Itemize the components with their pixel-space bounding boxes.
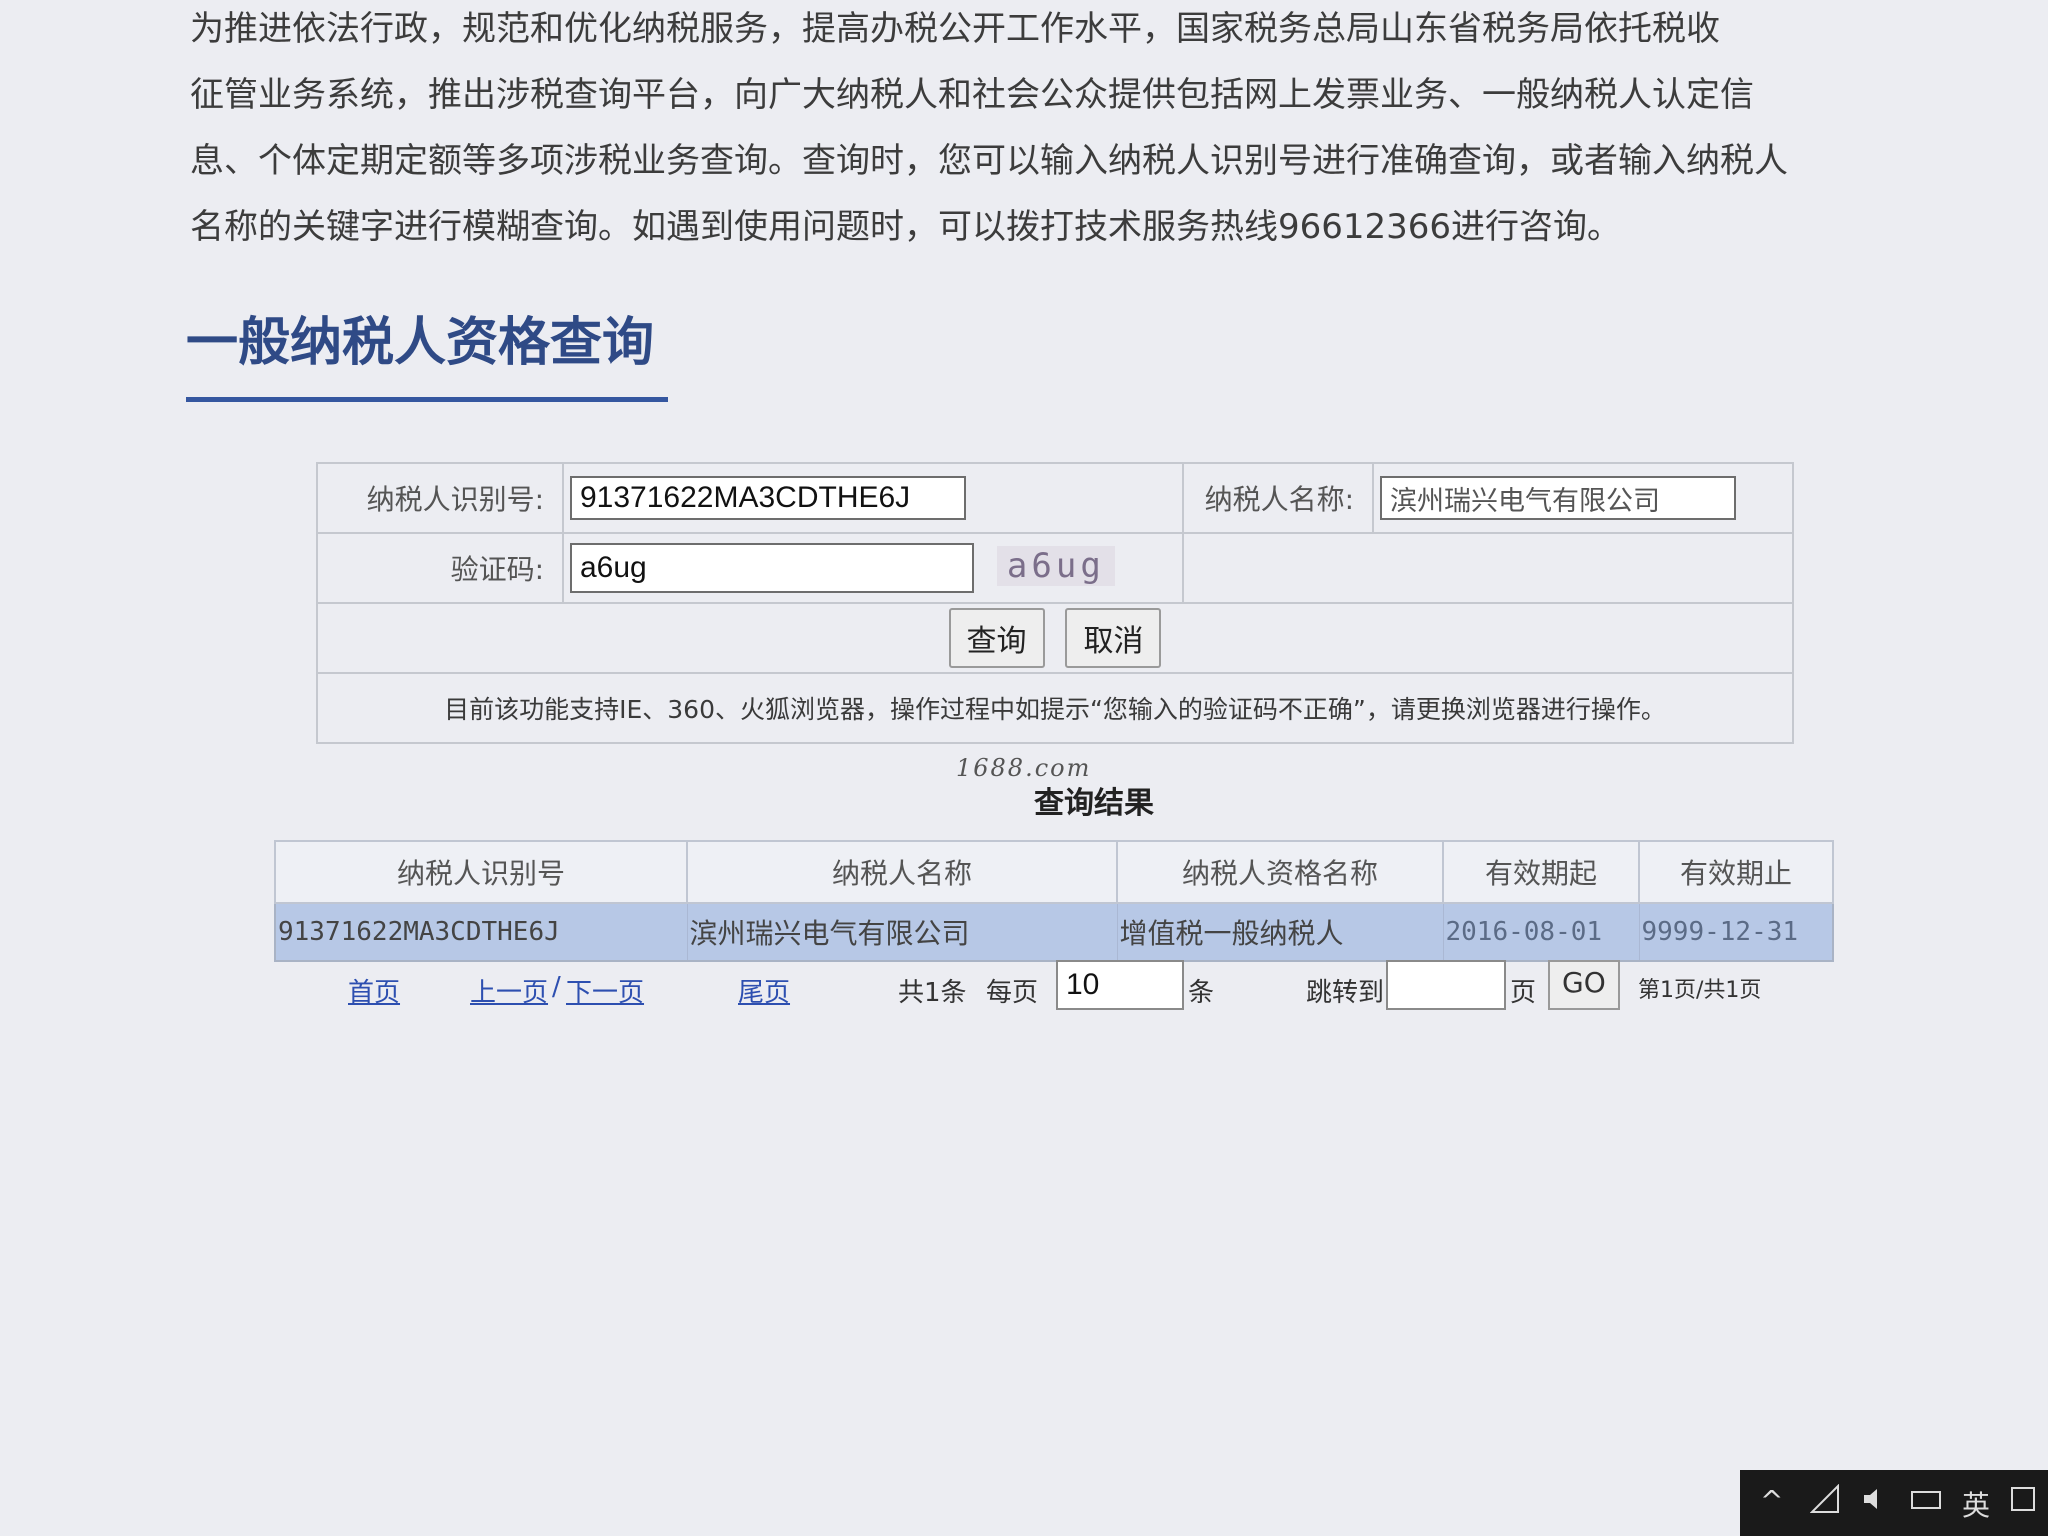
notification-icon[interactable] [2010, 1484, 2036, 1521]
table-row[interactable]: 91371622MA3CDTHE6J 滨州瑞兴电气有限公司 增值税一般纳税人 2… [274, 902, 1834, 962]
column-header: 纳税人识别号 [274, 840, 688, 904]
cell-valid-to: 9999-12-31 [1638, 902, 1834, 962]
column-header: 纳税人名称 [686, 840, 1118, 904]
column-header: 纳税人资格名称 [1116, 840, 1444, 904]
per-page-unit: 条 [1188, 978, 1215, 1008]
query-form: 纳税人识别号: 纳税人名称: 验证码: a6ug 查询 取消 目前该功能支持IE… [316, 462, 1794, 744]
taxpayer-id-input[interactable] [570, 476, 966, 520]
page-info: 第1页/共1页 [1638, 978, 1762, 1003]
cell-taxpayer-id: 91371622MA3CDTHE6J [274, 902, 688, 962]
network-icon[interactable] [1809, 1483, 1840, 1521]
captcha-image[interactable]: a6ug [996, 546, 1115, 586]
column-header: 有效期起 [1442, 840, 1640, 904]
captcha-label: 验证码: [316, 532, 564, 604]
per-page-input[interactable]: 10 [1056, 960, 1184, 1010]
per-page-label: 每页 [986, 978, 1039, 1008]
jump-page-input[interactable] [1386, 960, 1506, 1010]
column-header: 有效期止 [1638, 840, 1834, 904]
results-table: 纳税人识别号 纳税人名称 纳税人资格名称 有效期起 有效期止 91371622M… [274, 840, 1834, 962]
intro-line: 名称的关键字进行模糊查询。如遇到使用问题时，可以拨打技术服务热线96612366… [190, 207, 1622, 247]
intro-line: 息、个体定期定额等多项涉税业务查询。查询时，您可以输入纳税人识别号进行准确查询，… [190, 141, 1788, 181]
jump-label: 跳转到 [1306, 978, 1385, 1008]
intro-line: 为推进依法行政，规范和优化纳税服务，提高办税公开工作水平，国家税务总局山东省税务… [190, 9, 1720, 49]
volume-icon[interactable] [1860, 1484, 1890, 1521]
browser-notice: 目前该功能支持IE、360、火狐浏览器，操作过程中如提示“您输入的验证码不正确”… [316, 672, 1794, 744]
query-button[interactable]: 查询 [948, 608, 1045, 668]
pager-separator: / [552, 972, 561, 1002]
cell-qualification: 增值税一般纳税人 [1116, 902, 1444, 962]
taxpayer-name-input[interactable] [1380, 476, 1736, 520]
first-page-link[interactable]: 首页 [348, 972, 400, 1009]
go-button[interactable]: GO [1548, 960, 1620, 1010]
page-title: 一般纳税人资格查询 [186, 300, 668, 402]
taxpayer-name-label: 纳税人名称: [1182, 462, 1374, 534]
results-title: 查询结果 [1034, 786, 1154, 821]
chevron-up-icon[interactable]: ^ [1760, 1484, 1783, 1517]
ime-indicator[interactable]: 英 [1962, 1484, 1990, 1524]
cell-taxpayer-name: 滨州瑞兴电气有限公司 [686, 902, 1118, 962]
prev-page-link[interactable]: 上一页 [470, 972, 548, 1009]
cancel-button[interactable]: 取消 [1065, 608, 1162, 668]
cell-valid-from: 2016-08-01 [1442, 902, 1640, 962]
taxpayer-id-label: 纳税人识别号: [316, 462, 564, 534]
last-page-link[interactable]: 尾页 [738, 972, 790, 1009]
intro-line: 征管业务系统，推出涉税查询平台，向广大纳税人和社会公众提供包括网上发票业务、一般… [190, 75, 1754, 115]
jump-unit: 页 [1510, 978, 1537, 1008]
system-tray: ^ 英 [1740, 1470, 2048, 1536]
keyboard-icon[interactable] [1910, 1484, 1942, 1521]
intro-text: 为推进依法行政，规范和优化纳税服务，提高办税公开工作水平，国家税务总局山东省税务… [190, 0, 1880, 260]
captcha-input[interactable] [570, 543, 974, 593]
next-page-link[interactable]: 下一页 [566, 972, 644, 1009]
pagination: 首页 上一页 / 下一页 尾页 共1条 每页 10 条 跳转到 页 GO 第1页… [274, 960, 1834, 1016]
total-count: 共1条 [898, 978, 967, 1008]
